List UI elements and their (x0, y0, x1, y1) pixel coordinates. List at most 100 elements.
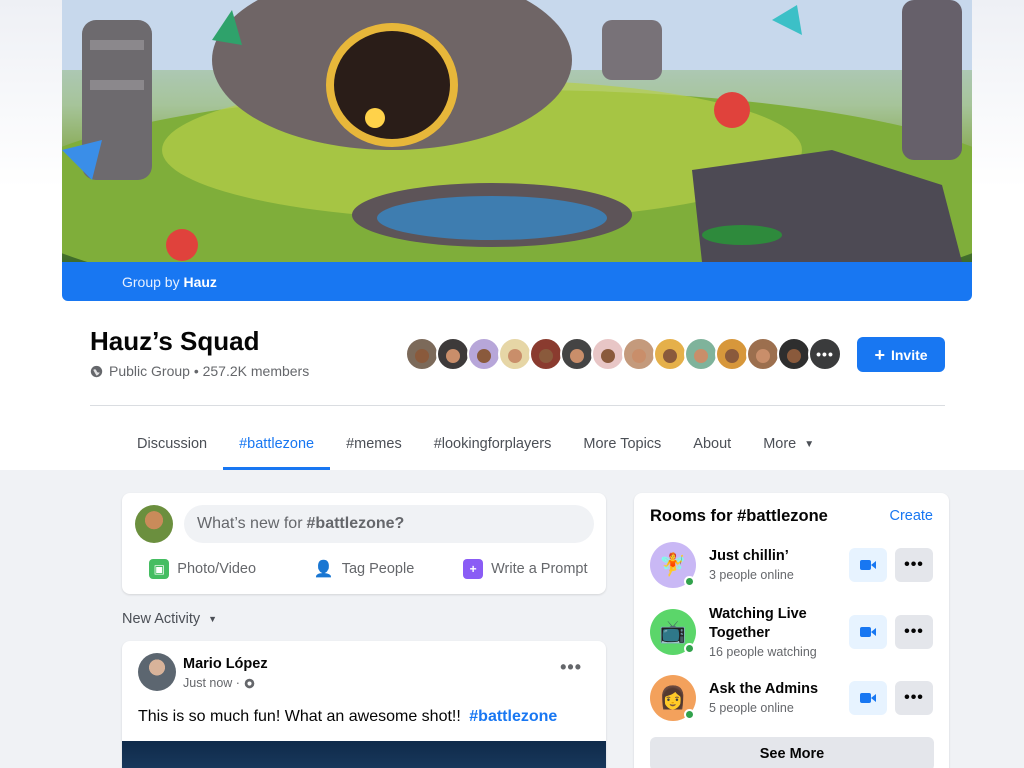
member-avatar[interactable] (746, 337, 780, 371)
tv-icon: 📺 (650, 609, 696, 655)
avatar-face (415, 349, 429, 363)
rooms-panel: Rooms for #battlezone Create 🧚 Just chil… (634, 493, 949, 768)
create-room-link[interactable]: Create (889, 508, 933, 524)
tab-more[interactable]: More ▼ (747, 418, 830, 470)
member-avatar[interactable] (715, 337, 749, 371)
fairy-icon: 🧚 (650, 542, 696, 588)
sort-dropdown[interactable]: New Activity ▼ (122, 611, 217, 627)
globe-icon (90, 365, 103, 377)
member-avatar[interactable] (467, 337, 501, 371)
avatar-face (756, 349, 770, 363)
post-author[interactable]: Mario López (183, 656, 268, 672)
cover-image (62, 0, 972, 262)
more-members-button[interactable]: ••• (808, 337, 842, 371)
write-prompt-button[interactable]: + Write a Prompt (445, 551, 606, 587)
composer-input[interactable]: What’s new for #battlezone? (184, 505, 594, 543)
avatar-face (539, 349, 553, 363)
plus-icon: + (874, 344, 885, 365)
tab-label: #memes (346, 436, 402, 452)
join-video-button[interactable] (849, 615, 887, 649)
member-avatars[interactable]: ••• (405, 337, 842, 371)
header-divider (90, 405, 945, 406)
action-label: Photo/Video (177, 561, 257, 577)
tab-label: Discussion (137, 436, 208, 452)
rooms-title: Rooms for #battlezone (650, 507, 828, 525)
member-avatar[interactable] (591, 337, 625, 371)
member-avatar[interactable] (560, 337, 594, 371)
composer-actions: ▣ Photo/Video 👤 Tag People + Write a Pro… (122, 551, 606, 587)
join-video-button[interactable] (849, 548, 887, 582)
post-media[interactable] (122, 741, 606, 768)
group-owner-link[interactable]: Hauz (183, 274, 216, 290)
avatar-face (477, 349, 491, 363)
tab-label: More (763, 436, 797, 452)
member-avatar[interactable] (498, 337, 532, 371)
tag-people-icon: 👤 (313, 561, 334, 578)
video-camera-icon (860, 560, 876, 570)
video-camera-icon (860, 693, 876, 703)
avatar-face (601, 349, 615, 363)
member-avatar[interactable] (622, 337, 656, 371)
admin-avatar-icon: 👩 (650, 675, 696, 721)
post-composer: What’s new for #battlezone? ▣ Photo/Vide… (122, 493, 606, 594)
avatar[interactable] (135, 505, 173, 543)
tab-discussion[interactable]: Discussion (121, 418, 223, 470)
group-tabs: Discussion #battlezone #memes #lookingfo… (121, 418, 830, 470)
member-avatar[interactable] (777, 337, 811, 371)
avatar[interactable] (138, 653, 176, 691)
room-item[interactable]: 👩 Ask the Admins 5 people online ••• (650, 675, 940, 723)
member-avatar[interactable] (529, 337, 563, 371)
avatar-face (787, 349, 801, 363)
post-time-text[interactable]: Just now · (183, 676, 240, 690)
room-more-button[interactable]: ••• (895, 615, 933, 649)
tab-label: More Topics (583, 436, 662, 452)
tab-about[interactable]: About (677, 418, 747, 470)
member-avatar[interactable] (405, 337, 439, 371)
room-name: Watching Live (709, 606, 807, 622)
room-status: 5 people online (709, 701, 794, 715)
room-item[interactable]: 🧚 Just chillin’ 3 people online ••• (650, 542, 940, 590)
tab-lookingforplayers[interactable]: #lookingforplayers (418, 418, 568, 470)
hashtag-link[interactable]: #battlezone (469, 708, 557, 725)
invite-button[interactable]: + Invite (857, 337, 945, 372)
join-video-button[interactable] (849, 681, 887, 715)
online-indicator (684, 643, 695, 654)
photo-video-button[interactable]: ▣ Photo/Video (122, 551, 283, 587)
tab-battlezone[interactable]: #battlezone (223, 418, 331, 470)
group-by-prefix: Group by (122, 274, 180, 290)
tag-people-button[interactable]: 👤 Tag People (283, 551, 444, 587)
caret-down-icon: ▼ (804, 438, 815, 450)
action-label: Tag People (341, 561, 415, 577)
photo-icon: ▣ (149, 559, 170, 579)
room-item[interactable]: 📺 Watching Live Together 16 people watch… (650, 606, 940, 659)
tab-memes[interactable]: #memes (330, 418, 418, 470)
room-name: Ask the Admins (709, 681, 819, 697)
avatar-face (570, 349, 584, 363)
caret-down-icon: ▼ (208, 614, 218, 624)
post-card: Mario López Just now · ••• This is so mu… (122, 641, 606, 768)
group-meta-text: Public Group • 257.2K members (109, 363, 310, 379)
room-name: Together (709, 625, 770, 641)
room-more-button[interactable]: ••• (895, 681, 933, 715)
see-more-button[interactable]: See More (650, 737, 934, 768)
member-avatar[interactable] (436, 337, 470, 371)
sort-label: New Activity (122, 611, 201, 627)
avatar-face (663, 349, 677, 363)
group-title: Hauz’s Squad (90, 326, 260, 356)
invite-label: Invite (890, 346, 928, 363)
member-avatar[interactable] (653, 337, 687, 371)
online-indicator (684, 709, 695, 720)
member-avatar[interactable] (684, 337, 718, 371)
room-more-button[interactable]: ••• (895, 548, 933, 582)
globe-icon (244, 678, 255, 688)
tab-label: #battlezone (239, 436, 315, 452)
avatar-face (446, 349, 460, 363)
tab-more-topics[interactable]: More Topics (567, 418, 677, 470)
tab-label: #lookingforplayers (433, 436, 552, 452)
avatar-face (508, 349, 522, 363)
avatar-face (725, 349, 739, 363)
composer-placeholder-tag: #battlezone? (306, 515, 405, 532)
post-menu-button[interactable]: ••• (560, 657, 582, 678)
prompt-icon: + (463, 559, 484, 579)
room-status: 3 people online (709, 568, 794, 582)
